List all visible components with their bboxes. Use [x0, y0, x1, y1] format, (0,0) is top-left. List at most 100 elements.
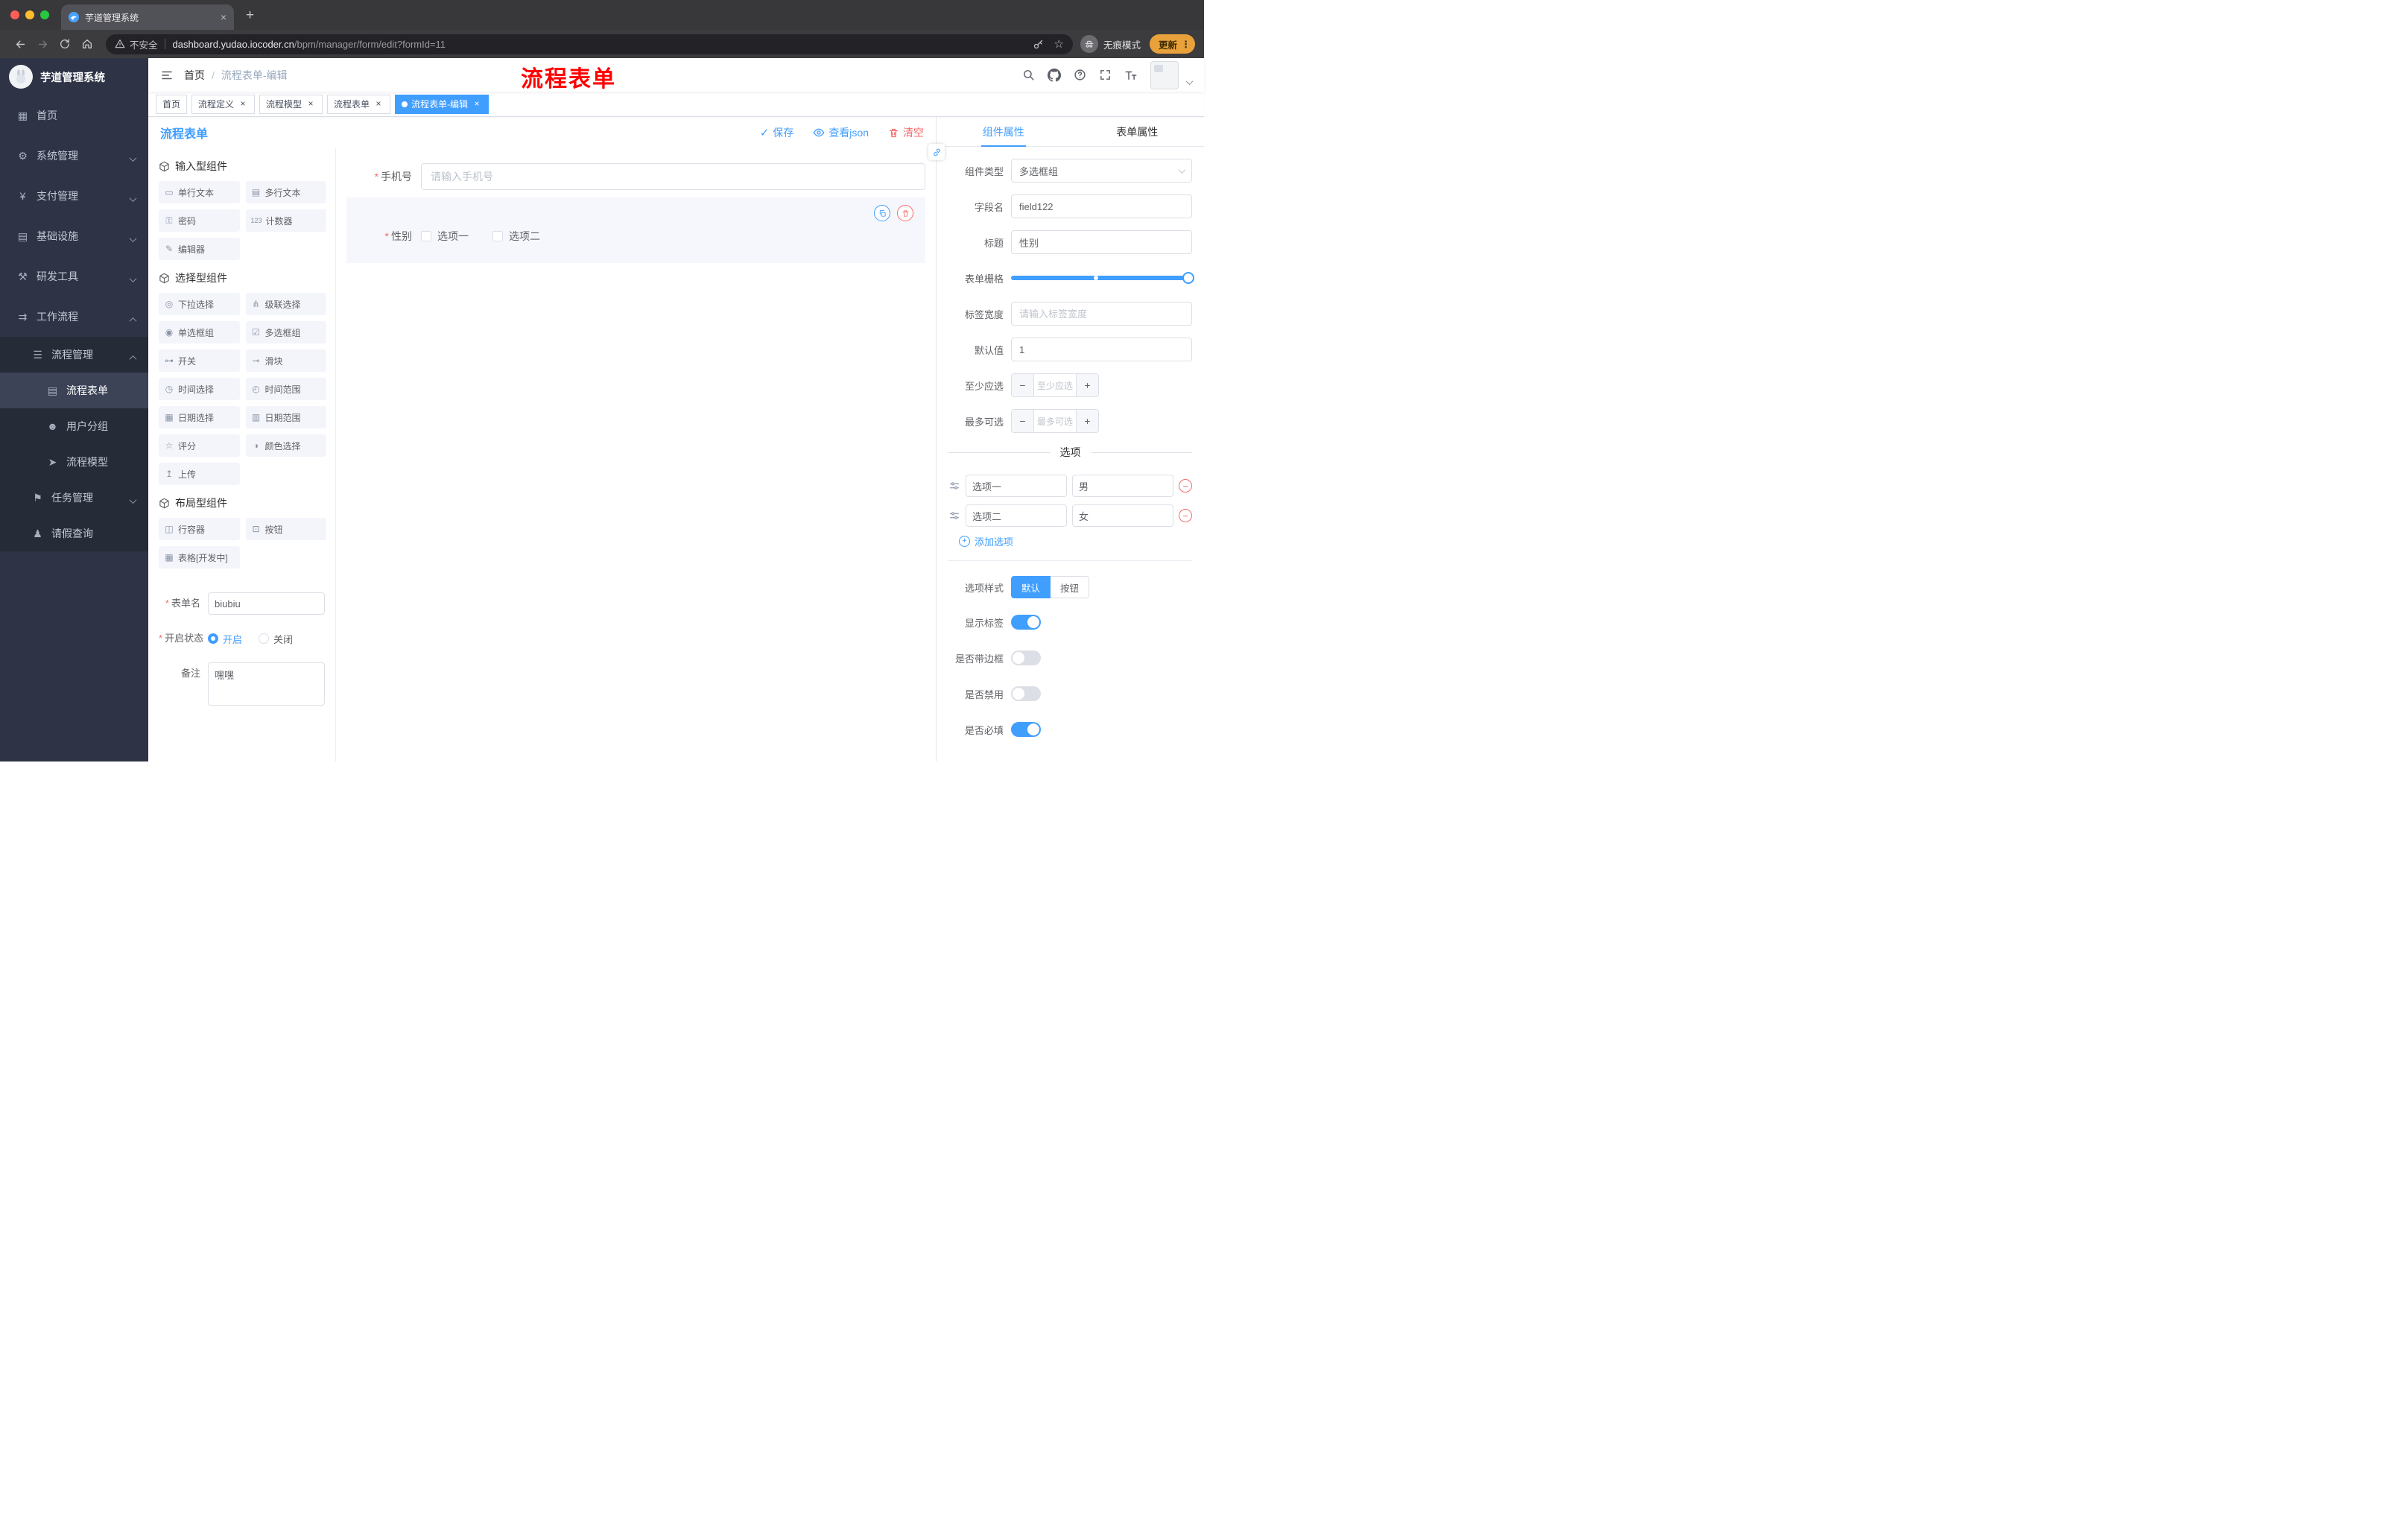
close-window-button[interactable] [10, 10, 19, 19]
tag-process-model[interactable]: 流程模型 × [259, 94, 323, 114]
checkbox-icon[interactable] [421, 231, 431, 241]
checkbox-option[interactable]: 选项二 [492, 229, 540, 244]
link-icon[interactable] [928, 144, 945, 160]
max-select-input[interactable]: 最多可选 [1034, 410, 1076, 432]
sidebar-item-process-management[interactable]: ☰ 流程管理 [0, 337, 148, 373]
sidebar-item-process-form[interactable]: ▤ 流程表单 [0, 373, 148, 408]
home-button[interactable] [76, 34, 98, 54]
github-icon[interactable] [1048, 68, 1061, 82]
drag-handle-icon[interactable] [948, 510, 960, 522]
slider-track[interactable] [1011, 272, 1194, 284]
checkbox-icon[interactable] [492, 231, 503, 241]
component-select[interactable]: ◎ 下拉选择 [159, 293, 240, 315]
title-input[interactable] [1011, 230, 1192, 254]
toggle-show-label[interactable] [1011, 615, 1041, 630]
clear-button[interactable]: 清空 [888, 125, 924, 140]
toggle-disabled[interactable] [1011, 686, 1041, 701]
decrease-button[interactable]: − [1012, 374, 1034, 396]
component-type-select[interactable]: 多选框组 [1011, 159, 1192, 183]
password-key-icon[interactable] [1033, 39, 1044, 50]
sidebar-item-workflow[interactable]: ⇉ 工作流程 [0, 297, 148, 337]
remove-option-button[interactable]: − [1179, 479, 1192, 493]
component-rate[interactable]: ☆ 评分 [159, 434, 240, 457]
tag-close-icon[interactable]: × [305, 98, 316, 110]
slider-handle[interactable] [1182, 272, 1194, 284]
font-size-icon[interactable] [1124, 69, 1138, 82]
toggle-required[interactable] [1011, 722, 1041, 737]
component-checkbox-group[interactable]: ☑ 多选框组 [245, 321, 326, 343]
search-icon[interactable] [1022, 69, 1035, 81]
sidebar-item-leave-query[interactable]: ♟ 请假查询 [0, 516, 148, 551]
tag-home[interactable]: 首页 [156, 94, 188, 114]
phone-input[interactable] [421, 163, 925, 190]
sidebar-item-task-management[interactable]: ⚑ 任务管理 [0, 480, 148, 516]
component-date-picker[interactable]: ▦ 日期选择 [159, 406, 240, 428]
option-value-input[interactable] [1072, 504, 1173, 527]
default-value-input[interactable] [1011, 338, 1192, 361]
breadcrumb-item[interactable]: 首页 [184, 68, 205, 83]
reload-button[interactable] [54, 34, 76, 54]
component-cascader[interactable]: ⋔ 级联选择 [245, 293, 326, 315]
option-style-默认[interactable]: 默认 [1011, 576, 1051, 598]
form-remark-textarea[interactable]: 嘿嘿 [208, 662, 325, 706]
browser-menu-kebab-icon[interactable]: ⋮ [1181, 39, 1191, 49]
sidebar-item-user-group[interactable]: ☻ 用户分组 [0, 408, 148, 444]
tag-close-icon[interactable]: × [238, 98, 248, 110]
field-name-input[interactable] [1011, 194, 1192, 218]
drag-handle-icon[interactable] [948, 480, 960, 492]
option-style-按钮[interactable]: 按钮 [1051, 576, 1090, 598]
canvas-field-phone[interactable]: 手机号 [346, 163, 925, 190]
sidebar-item-system-management[interactable]: ⚙ 系统管理 [0, 136, 148, 176]
remove-option-button[interactable]: − [1179, 509, 1192, 522]
browser-update-button[interactable]: 更新 ⋮ [1149, 34, 1195, 54]
tag-close-icon[interactable]: × [373, 98, 384, 110]
canvas-field-gender[interactable]: 性别 选项一 选项二 [346, 197, 925, 263]
copy-field-button[interactable] [874, 205, 890, 221]
increase-button[interactable]: + [1076, 410, 1098, 432]
component-multi-line-text[interactable]: ▤ 多行文本 [245, 181, 326, 203]
tab-close-icon[interactable]: × [221, 12, 226, 22]
help-icon[interactable] [1074, 69, 1086, 81]
decrease-button[interactable]: − [1012, 410, 1034, 432]
new-tab-button[interactable]: + [246, 8, 254, 22]
tab-表单属性[interactable]: 表单属性 [1071, 117, 1205, 146]
increase-button[interactable]: + [1076, 374, 1098, 396]
component-row-container[interactable]: ◫ 行容器 [159, 518, 240, 540]
fullscreen-icon[interactable] [1099, 69, 1112, 81]
checkbox-option[interactable]: 选项一 [421, 229, 469, 244]
min-select-input[interactable]: 至少应选 [1034, 374, 1076, 396]
radio-关闭[interactable]: 关闭 [259, 632, 293, 646]
tag-process-form[interactable]: 流程表单 × [327, 94, 391, 114]
avatar-caret-icon[interactable] [1185, 75, 1194, 89]
component-single-line-text[interactable]: ▭ 单行文本 [159, 181, 240, 203]
tag-close-icon[interactable]: × [472, 98, 482, 110]
back-button[interactable] [9, 34, 31, 54]
delete-field-button[interactable] [897, 205, 913, 221]
component-table-dev[interactable]: ▦ 表格[开发中] [159, 546, 240, 569]
component-editor[interactable]: ✎ 编辑器 [159, 238, 240, 260]
sidebar-item-payment-management[interactable]: ¥ 支付管理 [0, 176, 148, 216]
add-option-button[interactable]: + 添加选项 [959, 534, 1192, 548]
minimize-window-button[interactable] [25, 10, 34, 19]
component-time-picker[interactable]: ◷ 时间选择 [159, 378, 240, 400]
sidebar-item-infrastructure[interactable]: ▤ 基础设施 [0, 216, 148, 256]
save-button[interactable]: ✓ 保存 [760, 125, 794, 140]
forward-button[interactable] [31, 34, 54, 54]
tag-process-form-edit[interactable]: 流程表单-编辑 × [395, 94, 489, 114]
toggle-with-border[interactable] [1011, 650, 1041, 665]
option-label-input[interactable] [966, 475, 1067, 497]
zoom-window-button[interactable] [40, 10, 49, 19]
grid-slider[interactable] [1011, 266, 1194, 290]
address-bar[interactable]: 不安全 dashboard.yudao.iocoder.cn /bpm/mana… [106, 34, 1073, 54]
component-radio-group[interactable]: ◉ 单选框组 [159, 321, 240, 343]
tag-process-definition[interactable]: 流程定义 × [191, 94, 256, 114]
sidebar-item-process-model[interactable]: ➤ 流程模型 [0, 444, 148, 480]
bookmark-star-icon[interactable]: ☆ [1054, 39, 1064, 50]
component-counter[interactable]: 123 计数器 [245, 209, 326, 232]
component-password[interactable]: ⚿ 密码 [159, 209, 240, 232]
hamburger-icon[interactable] [160, 69, 174, 82]
label-width-input[interactable] [1011, 302, 1192, 326]
component-date-range[interactable]: ▥ 日期范围 [245, 406, 326, 428]
option-label-input[interactable] [966, 504, 1067, 527]
sidebar-item-dev-tools[interactable]: ⚒ 研发工具 [0, 256, 148, 297]
